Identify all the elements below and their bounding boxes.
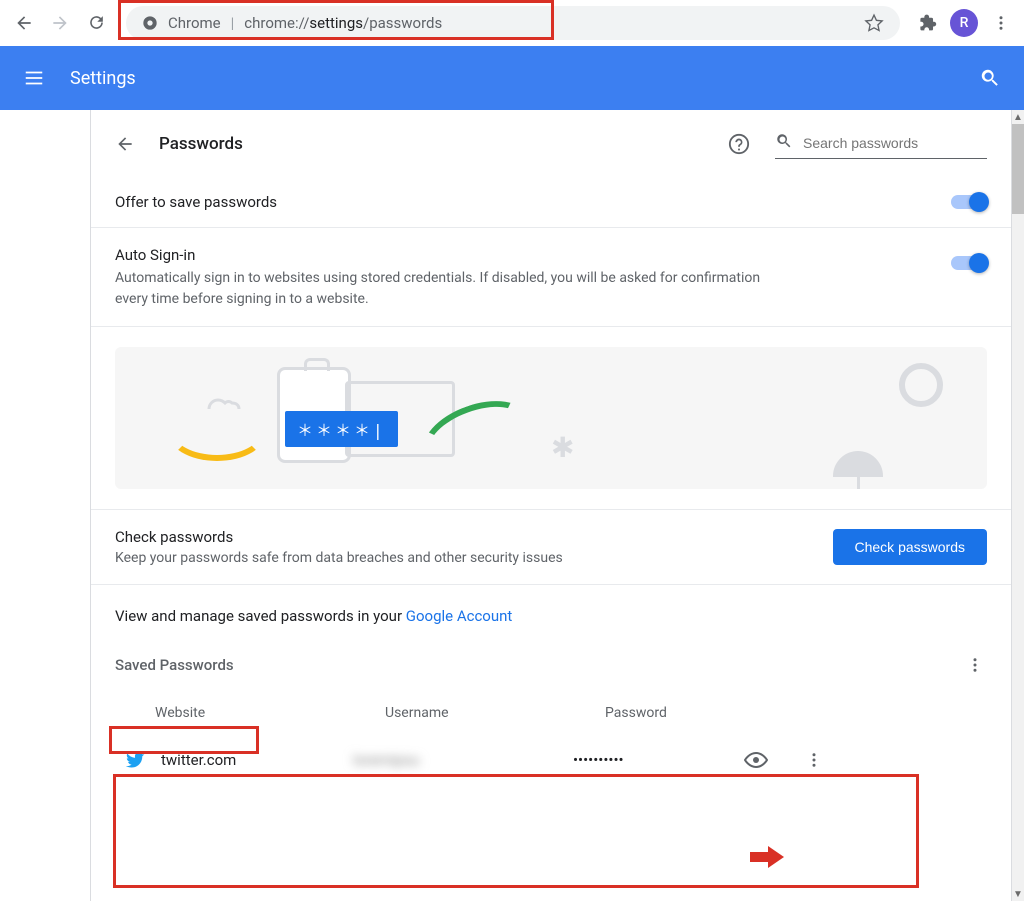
table-header: Website Username Password [115,697,987,737]
offer-to-save-toggle[interactable] [951,195,987,209]
passwords-table: Website Username Password twitter.com lo… [91,689,1011,803]
page-title: Passwords [159,134,243,154]
back-arrow-icon[interactable] [115,134,135,154]
password-search-input[interactable] [803,135,987,151]
omnibox-separator: | [231,14,235,32]
search-icon [775,132,793,154]
extensions-icon[interactable] [910,6,944,40]
reload-button[interactable] [78,5,114,41]
show-password-icon[interactable] [743,747,769,773]
check-sub: Keep your passwords safe from data breac… [115,550,563,566]
saved-passwords-header: Saved Passwords [91,641,1011,689]
chrome-menu-icon[interactable] [984,6,1018,40]
view-manage-row: View and manage saved passwords in your … [91,585,1011,641]
auto-signin-sub: Automatically sign in to websites using … [115,268,775,310]
chrome-page-icon [142,15,158,31]
back-button[interactable] [6,5,42,41]
row-more-icon[interactable] [801,747,827,773]
saved-more-icon[interactable] [963,653,987,677]
help-icon[interactable] [727,132,751,156]
col-website: Website [155,705,385,721]
check-passwords-button[interactable]: Check passwords [833,529,988,565]
col-password: Password [605,705,775,721]
google-account-link[interactable]: Google Account [406,607,513,625]
star-icon[interactable] [864,13,884,33]
check-passwords-row: Check passwords Keep your passwords safe… [91,510,1011,585]
site-name: twitter.com [161,751,236,769]
header-title: Settings [70,68,136,89]
app-header: Settings [0,46,1024,110]
page-header: Passwords [91,110,1011,177]
header-search-icon[interactable] [976,64,1004,92]
profile-avatar[interactable]: R [950,9,978,37]
saved-passwords-title: Saved Passwords [115,656,234,674]
table-row[interactable]: twitter.com loremipsu •••••••••• [115,737,987,783]
hamburger-icon[interactable] [20,64,48,92]
omnibox-url: chrome://settings/passwords [244,14,442,32]
check-passwords-banner: ＊＊＊＊| ✱ [91,327,1011,510]
banner-graphic: ＊＊＊＊| ✱ [115,347,987,489]
username-cell: loremipsu [353,751,573,769]
browser-toolbar: Chrome | chrome://settings/passwords R [0,0,1024,46]
omnibox-origin: Chrome [168,14,221,32]
password-search-box[interactable] [775,128,987,159]
offer-to-save-label: Offer to save passwords [115,193,277,211]
forward-button[interactable] [42,5,78,41]
auto-signin-label: Auto Sign-in [115,246,775,264]
auto-signin-toggle[interactable] [951,256,987,270]
check-title: Check passwords [115,528,563,546]
omnibox[interactable]: Chrome | chrome://settings/passwords [126,6,900,40]
password-mask: •••••••••• [573,751,743,769]
banner-password-chip: ＊＊＊＊| [285,411,398,447]
col-username: Username [385,705,605,721]
auto-signin-row: Auto Sign-in Automatically sign in to we… [91,228,1011,327]
scrollbar[interactable]: ▲ ▼ [1012,110,1024,901]
offer-to-save-row: Offer to save passwords [91,177,1011,228]
twitter-icon [123,748,147,772]
settings-card: Passwords Offer to save passwords Auto S… [90,110,1012,901]
scrollbar-thumb[interactable] [1012,124,1024,214]
